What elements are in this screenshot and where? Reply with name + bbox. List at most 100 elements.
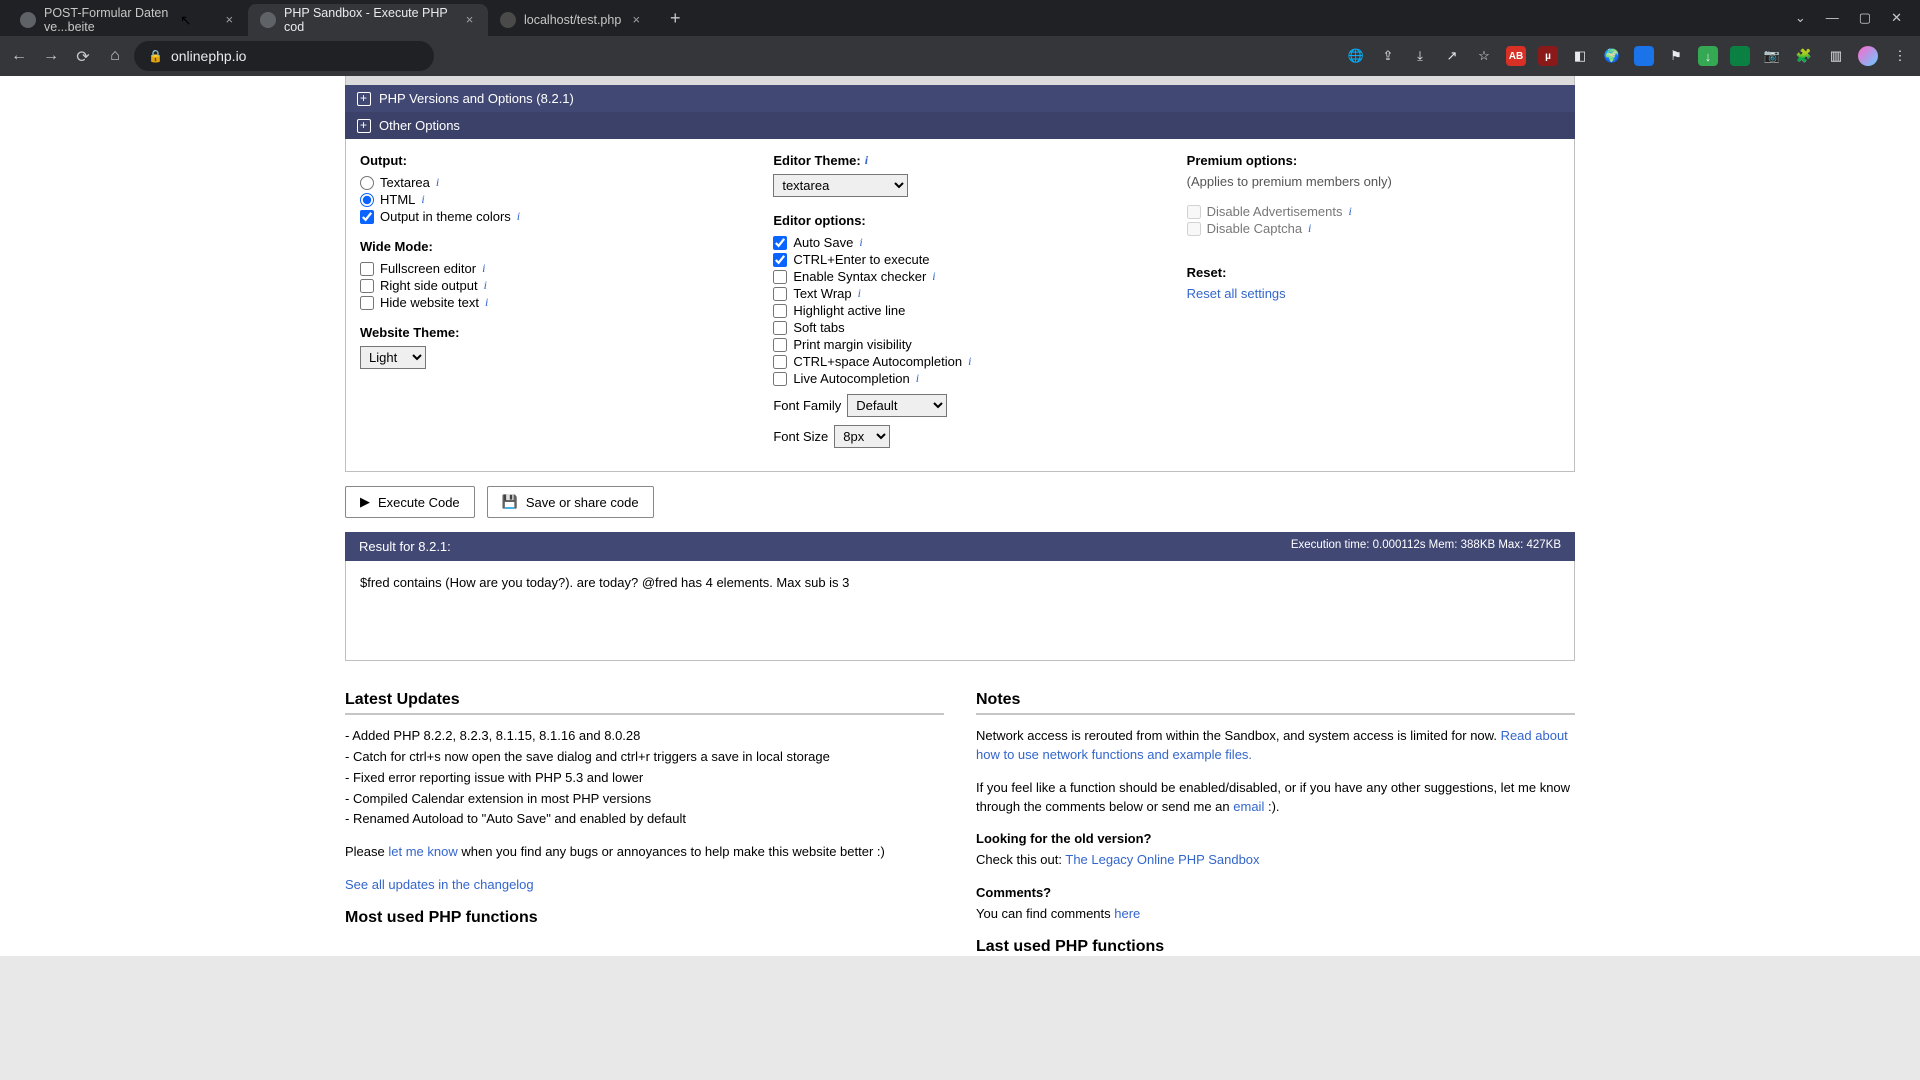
address-bar[interactable]: 🔒 onlinephp.io	[134, 41, 434, 71]
check-themecolors[interactable]: Output in theme colors i	[360, 208, 733, 225]
font-size-select[interactable]: 8px	[834, 425, 890, 448]
website-theme-select[interactable]: Light	[360, 346, 426, 369]
check-hidetext[interactable]: Hide website text i	[360, 294, 733, 311]
check-printmargin[interactable]: Print margin visibility	[773, 336, 1146, 353]
accordion-php-versions[interactable]: PHP Versions and Options (8.2.1)	[345, 85, 1575, 112]
font-family-select[interactable]: Default	[847, 394, 947, 417]
info-icon[interactable]: i	[1308, 221, 1311, 236]
tab-close-1[interactable]: ×	[463, 13, 476, 27]
check-autosave[interactable]: Auto Savei	[773, 234, 1146, 251]
reload-button[interactable]: ⟳	[74, 47, 92, 65]
save-button[interactable]: 💾 Save or share code	[487, 486, 654, 518]
check-rightside[interactable]: Right side output i	[360, 277, 733, 294]
check-softtabs-input[interactable]	[773, 321, 787, 335]
check-captcha-input[interactable]	[1187, 222, 1201, 236]
info-icon[interactable]: i	[858, 286, 861, 301]
check-highlight[interactable]: Highlight active line	[773, 302, 1146, 319]
maximize-icon[interactable]: ▢	[1859, 10, 1871, 26]
info-icon[interactable]: i	[859, 235, 862, 250]
forward-button[interactable]: →	[42, 47, 60, 65]
check-softtabs[interactable]: Soft tabs	[773, 319, 1146, 336]
check-highlight-input[interactable]	[773, 304, 787, 318]
share-icon[interactable]: ⇪	[1378, 46, 1398, 66]
info-icon[interactable]: i	[865, 153, 868, 168]
check-autosave-input[interactable]	[773, 236, 787, 250]
email-link[interactable]: email	[1233, 799, 1264, 814]
extension-green-icon[interactable]: ↓	[1698, 46, 1718, 66]
info-icon[interactable]: i	[436, 175, 439, 190]
info-icon[interactable]: i	[968, 354, 971, 369]
check-ads-input[interactable]	[1187, 205, 1201, 219]
info-icon[interactable]: i	[482, 261, 485, 276]
extension-darkred-icon[interactable]: µ	[1538, 46, 1558, 66]
editor-theme-select[interactable]: textarea	[773, 174, 908, 197]
extensions-puzzle-icon[interactable]: 🧩	[1794, 46, 1814, 66]
check-hidetext-input[interactable]	[360, 296, 374, 310]
chevron-down-icon[interactable]: ⌄	[1795, 10, 1806, 26]
profile-avatar[interactable]	[1858, 46, 1878, 66]
new-tab-button[interactable]: +	[661, 4, 689, 32]
comments-link[interactable]: here	[1114, 906, 1140, 921]
tab-1[interactable]: PHP Sandbox - Execute PHP cod ×	[248, 4, 488, 36]
radio-textarea-input[interactable]	[360, 176, 374, 190]
minimize-icon[interactable]: —	[1826, 10, 1839, 26]
tab-0[interactable]: POST-Formular Daten ve...beite ×	[8, 4, 248, 36]
radio-html[interactable]: HTML i	[360, 191, 733, 208]
extension-teal-icon[interactable]	[1730, 46, 1750, 66]
legacy-link[interactable]: The Legacy Online PHP Sandbox	[1065, 852, 1259, 867]
tab-close-0[interactable]: ×	[223, 13, 236, 27]
info-icon[interactable]: i	[1349, 204, 1352, 219]
tab-close-2[interactable]: ×	[629, 13, 643, 27]
check-captcha[interactable]: Disable Captchai	[1187, 220, 1560, 237]
check-fullscreen[interactable]: Fullscreen editor i	[360, 260, 733, 277]
execute-button[interactable]: ▶ Execute Code	[345, 486, 475, 518]
radio-html-input[interactable]	[360, 193, 374, 207]
home-button[interactable]: ⌂	[106, 47, 124, 65]
notes-p2: If you feel like a function should be en…	[976, 779, 1575, 817]
check-fullscreen-input[interactable]	[360, 262, 374, 276]
let-me-know-link[interactable]: let me know	[388, 844, 457, 859]
check-textwrap[interactable]: Text Wrapi	[773, 285, 1146, 302]
info-icon[interactable]: i	[916, 371, 919, 386]
star-icon[interactable]: ☆	[1474, 46, 1494, 66]
menu-icon[interactable]: ⋮	[1890, 46, 1910, 66]
info-icon[interactable]: i	[485, 295, 488, 310]
tab-2[interactable]: localhost/test.php ×	[488, 4, 655, 36]
back-button[interactable]: ←	[10, 47, 28, 65]
extension-blue-icon[interactable]	[1634, 46, 1654, 66]
check-ctrlspace[interactable]: CTRL+space Autocompletioni	[773, 353, 1146, 370]
sidepanel-icon[interactable]: ▥	[1826, 46, 1846, 66]
check-ctrlenter-input[interactable]	[773, 253, 787, 267]
check-printmargin-input[interactable]	[773, 338, 787, 352]
accordion-other-options[interactable]: Other Options	[345, 112, 1575, 139]
extension-globe-icon[interactable]: 🌍	[1602, 46, 1622, 66]
info-icon[interactable]: i	[484, 278, 487, 293]
extension-flag-icon[interactable]: ⚑	[1666, 46, 1686, 66]
extension-red-icon[interactable]: AB	[1506, 46, 1526, 66]
info-icon[interactable]: i	[932, 269, 935, 284]
check-textwrap-input[interactable]	[773, 287, 787, 301]
translate-icon[interactable]: 🌐	[1346, 46, 1366, 66]
changelog-link[interactable]: See all updates in the changelog	[345, 877, 534, 892]
check-syntax[interactable]: Enable Syntax checkeri	[773, 268, 1146, 285]
check-rightside-input[interactable]	[360, 279, 374, 293]
accordion-title-versions: PHP Versions and Options (8.2.1)	[379, 91, 574, 106]
radio-textarea[interactable]: Textarea i	[360, 174, 733, 191]
reset-link[interactable]: Reset all settings	[1187, 286, 1560, 301]
check-ads[interactable]: Disable Advertisementsi	[1187, 203, 1560, 220]
check-themecolors-input[interactable]	[360, 210, 374, 224]
check-liveauto[interactable]: Live Autocompletioni	[773, 370, 1146, 387]
check-liveauto-input[interactable]	[773, 372, 787, 386]
premium-title: Premium options:	[1187, 153, 1560, 168]
font-family-label: Font Family	[773, 398, 841, 413]
extension-generic-1[interactable]: ◧	[1570, 46, 1590, 66]
close-window-icon[interactable]: ✕	[1891, 10, 1902, 26]
send-icon[interactable]: ↗	[1442, 46, 1462, 66]
check-ctrlenter[interactable]: CTRL+Enter to execute	[773, 251, 1146, 268]
check-ctrlspace-input[interactable]	[773, 355, 787, 369]
info-icon[interactable]: i	[517, 209, 520, 224]
check-syntax-input[interactable]	[773, 270, 787, 284]
extension-camera-icon[interactable]: 📷	[1762, 46, 1782, 66]
install-icon[interactable]: ⤓	[1410, 46, 1430, 66]
info-icon[interactable]: i	[421, 192, 424, 207]
